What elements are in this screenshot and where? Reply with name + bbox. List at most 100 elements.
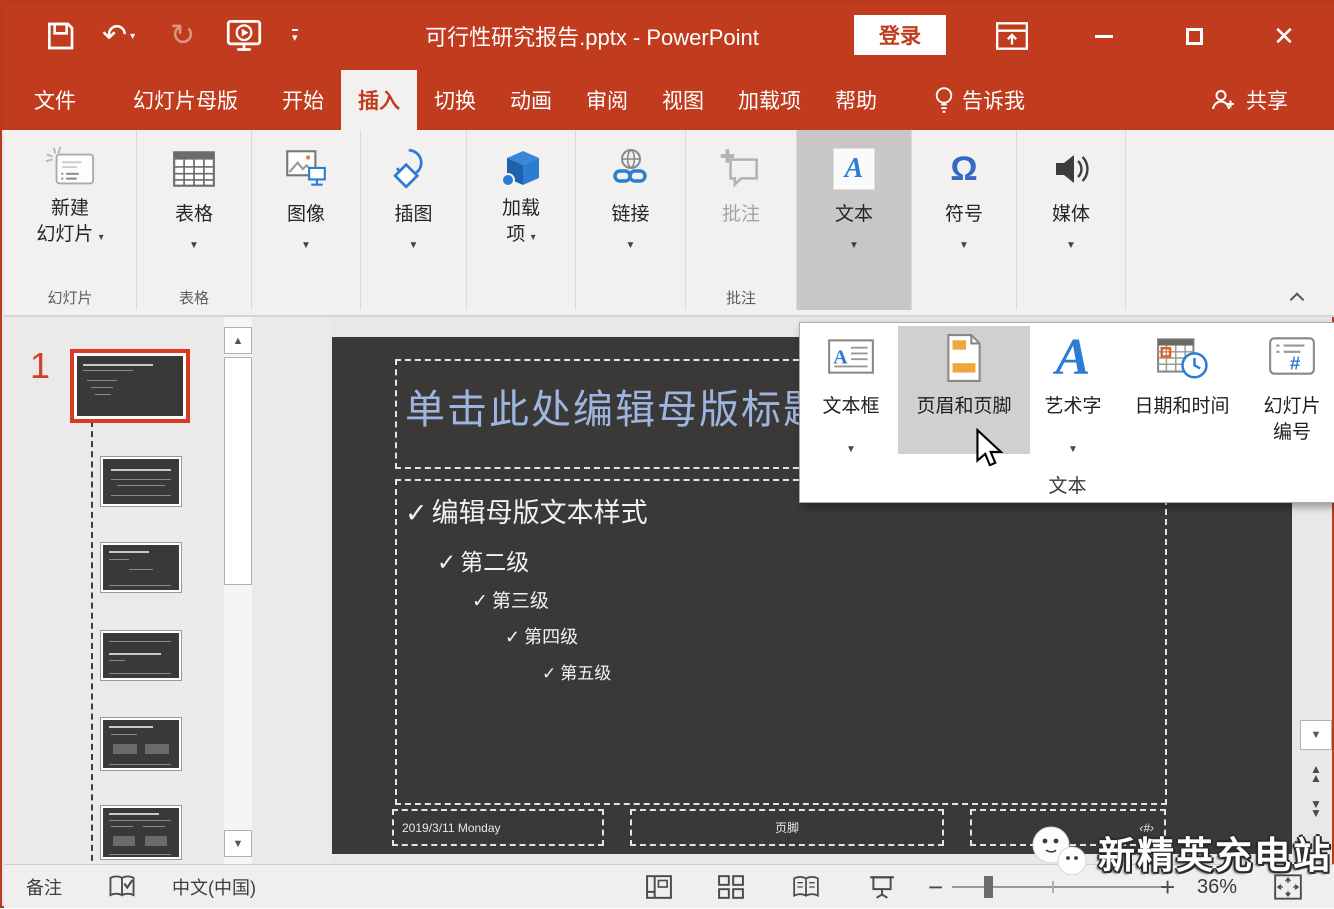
zoom-slider-thumb[interactable]	[984, 876, 993, 898]
previous-slide-button[interactable]: ▲▲	[1304, 765, 1328, 783]
menu-item-text-box[interactable]: A 文本框 ▼	[806, 326, 896, 454]
reading-view-button[interactable]	[792, 865, 820, 909]
bullet-level-3: ✓第三级	[472, 586, 549, 613]
title-bar: ↶ ▾ ↻ ▾ 可行性研究报告.pptx - PowerPoint 登录 ✕	[2, 2, 1334, 70]
footer-placeholder[interactable]: 页脚	[630, 809, 944, 846]
reading-view-icon	[792, 875, 820, 899]
share-button[interactable]: 共享	[1190, 70, 1308, 130]
layout-thumbnail[interactable]	[101, 631, 181, 680]
thumbnail-scrollbar-thumb[interactable]	[224, 357, 252, 585]
thumbnail-scroll-up-button[interactable]: ▲	[224, 327, 252, 354]
table-dropdown-icon[interactable]: ▼	[137, 240, 251, 251]
link-label[interactable]: 链接	[576, 202, 685, 228]
illustrations-label[interactable]: 插图	[361, 202, 466, 228]
date-time-label: 日期和时间	[1116, 394, 1248, 420]
symbol-button[interactable]: Ω	[939, 144, 989, 194]
slideshow-view-button[interactable]	[868, 865, 896, 909]
new-slide-button[interactable]	[45, 144, 95, 194]
ribbon-display-options-button[interactable]	[988, 18, 1036, 54]
ribbon-group-text: A 文本 ▼	[797, 130, 912, 310]
zoom-slider-tick	[1052, 881, 1054, 893]
link-button[interactable]	[606, 144, 656, 194]
body-placeholder[interactable]: ✓编辑母版文本样式 ✓第二级 ✓第三级 ✓第四级 ✓第五级	[395, 479, 1167, 805]
images-label[interactable]: 图像	[252, 202, 360, 228]
text-dropdown-icon[interactable]: ▼	[797, 240, 911, 251]
slide-sorter-view-button[interactable]	[718, 865, 744, 909]
wordart-label: 艺术字	[1032, 394, 1114, 420]
tell-me-box[interactable]: 告诉我	[920, 70, 1039, 130]
undo-dropdown-icon: ▾	[130, 31, 135, 42]
illustrations-dropdown-icon[interactable]: ▼	[361, 240, 466, 251]
wordart-icon: A	[1056, 332, 1091, 384]
date-placeholder[interactable]: 2019/3/11 Monday	[392, 809, 604, 846]
symbol-label[interactable]: 符号	[912, 202, 1016, 228]
redo-button[interactable]: ↻	[170, 16, 195, 56]
save-button[interactable]	[44, 16, 76, 56]
table-label[interactable]: 表格	[137, 202, 251, 228]
maximize-button[interactable]	[1170, 18, 1218, 54]
close-button[interactable]: ✕	[1260, 18, 1308, 54]
wordart-dropdown-icon[interactable]: ▼	[1032, 444, 1114, 455]
undo-button[interactable]: ↶ ▾	[102, 16, 135, 56]
text-box-dropdown-icon[interactable]: ▼	[806, 444, 896, 455]
text-button[interactable]: A	[829, 144, 879, 194]
layout-thumbnail[interactable]	[101, 718, 181, 770]
tab-file[interactable]: 文件	[12, 70, 98, 130]
next-slide-button[interactable]: ▼▼	[1304, 800, 1328, 818]
media-dropdown-icon[interactable]: ▼	[1017, 240, 1125, 251]
link-dropdown-icon[interactable]: ▼	[576, 240, 685, 251]
images-button[interactable]	[281, 144, 331, 194]
addins-button[interactable]	[496, 144, 546, 194]
new-slide-icon	[45, 145, 95, 193]
table-button[interactable]	[169, 144, 219, 194]
menu-item-wordart[interactable]: A 艺术字 ▼	[1032, 326, 1114, 454]
thumbnail-scroll-down-button[interactable]: ▼	[224, 830, 252, 857]
customize-qat-button[interactable]: ▾	[292, 16, 298, 56]
addins-label[interactable]: 加载 项 ▾	[467, 196, 575, 251]
tab-help[interactable]: 帮助	[818, 70, 894, 130]
comment-icon	[717, 146, 765, 192]
comment-button[interactable]	[716, 144, 766, 194]
tab-transitions[interactable]: 切换	[417, 70, 493, 130]
collapse-ribbon-button[interactable]	[1288, 289, 1306, 307]
symbol-dropdown-icon[interactable]: ▼	[912, 240, 1016, 251]
editor-scroll-down-button[interactable]: ▼	[1300, 720, 1332, 750]
slide-number-label: 幻灯片 编号	[1250, 394, 1334, 446]
text-label[interactable]: 文本	[797, 202, 911, 228]
slide-thumbnail-panel: 1	[4, 317, 332, 864]
text-box-icon: A	[826, 332, 876, 385]
tab-insert[interactable]: 插入	[341, 70, 417, 130]
menu-item-date-time[interactable]: 日期和时间	[1116, 326, 1248, 454]
ribbon-group-comments: 批注 批注	[686, 130, 797, 310]
tab-view[interactable]: 视图	[645, 70, 721, 130]
notes-button[interactable]: 备注	[26, 865, 62, 909]
menu-item-header-footer[interactable]: 页眉和页脚	[898, 326, 1030, 454]
illustrations-button[interactable]	[389, 144, 439, 194]
ribbon-tabs: 文件 幻灯片母版 开始 插入 切换 动画 审阅 视图 加载项 帮助 告诉我 共享	[2, 70, 1334, 130]
tab-home[interactable]: 开始	[265, 70, 341, 130]
spell-check-book-icon	[107, 874, 137, 900]
media-label[interactable]: 媒体	[1017, 202, 1125, 228]
new-slide-label[interactable]: 新建 幻灯片 ▾	[4, 196, 136, 251]
layout-thumbnail[interactable]	[101, 543, 181, 592]
title-placeholder-text: 单击此处编辑母版标题	[405, 377, 825, 435]
start-slideshow-button[interactable]	[226, 16, 262, 56]
normal-view-button[interactable]	[646, 865, 672, 909]
tab-animations[interactable]: 动画	[493, 70, 569, 130]
comment-label[interactable]: 批注	[686, 202, 796, 228]
spell-check-button[interactable]	[107, 865, 137, 909]
tab-review[interactable]: 审阅	[569, 70, 645, 130]
language-button[interactable]: 中文(中国)	[172, 865, 256, 909]
images-dropdown-icon[interactable]: ▼	[252, 240, 360, 251]
media-button[interactable]	[1046, 144, 1096, 194]
minimize-button[interactable]	[1080, 18, 1128, 54]
layout-connector-line	[91, 421, 93, 871]
zoom-out-button[interactable]: −	[928, 865, 943, 909]
sign-in-button[interactable]: 登录	[854, 15, 946, 55]
layout-thumbnail[interactable]	[101, 457, 181, 506]
tab-slide-master[interactable]: 幻灯片母版	[116, 70, 255, 130]
layout-thumbnail[interactable]	[101, 806, 181, 859]
tab-addins[interactable]: 加载项	[721, 70, 818, 130]
master-slide-thumbnail[interactable]	[74, 353, 186, 419]
menu-item-slide-number[interactable]: # 幻灯片 编号	[1250, 326, 1334, 454]
